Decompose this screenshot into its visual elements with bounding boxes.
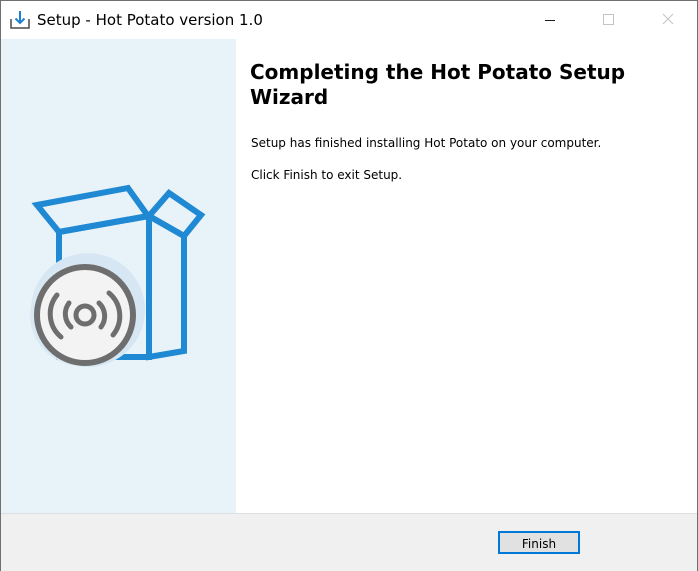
box-with-disc-icon xyxy=(30,184,206,367)
finished-message: Setup has finished installing Hot Potato… xyxy=(251,136,602,150)
close-button[interactable] xyxy=(638,1,698,39)
maximize-icon xyxy=(603,14,614,25)
finish-button[interactable]: Finish xyxy=(498,531,580,554)
download-icon xyxy=(10,10,30,30)
exit-instruction: Click Finish to exit Setup. xyxy=(251,168,403,182)
window-title: Setup - Hot Potato version 1.0 xyxy=(37,11,263,29)
close-icon xyxy=(662,13,674,25)
button-bar: Finish xyxy=(1,513,697,571)
title-bar[interactable]: Setup - Hot Potato version 1.0 xyxy=(1,1,697,39)
page-title: Completing the Hot Potato Setup Wizard xyxy=(250,60,626,109)
wizard-side-panel xyxy=(1,39,236,513)
setup-window: Setup - Hot Potato version 1.0 Completin… xyxy=(0,0,698,571)
minimize-button[interactable] xyxy=(520,1,580,39)
minimize-icon xyxy=(545,20,555,21)
maximize-button[interactable] xyxy=(579,1,639,39)
wizard-content: Completing the Hot Potato Setup Wizard S… xyxy=(236,39,697,513)
